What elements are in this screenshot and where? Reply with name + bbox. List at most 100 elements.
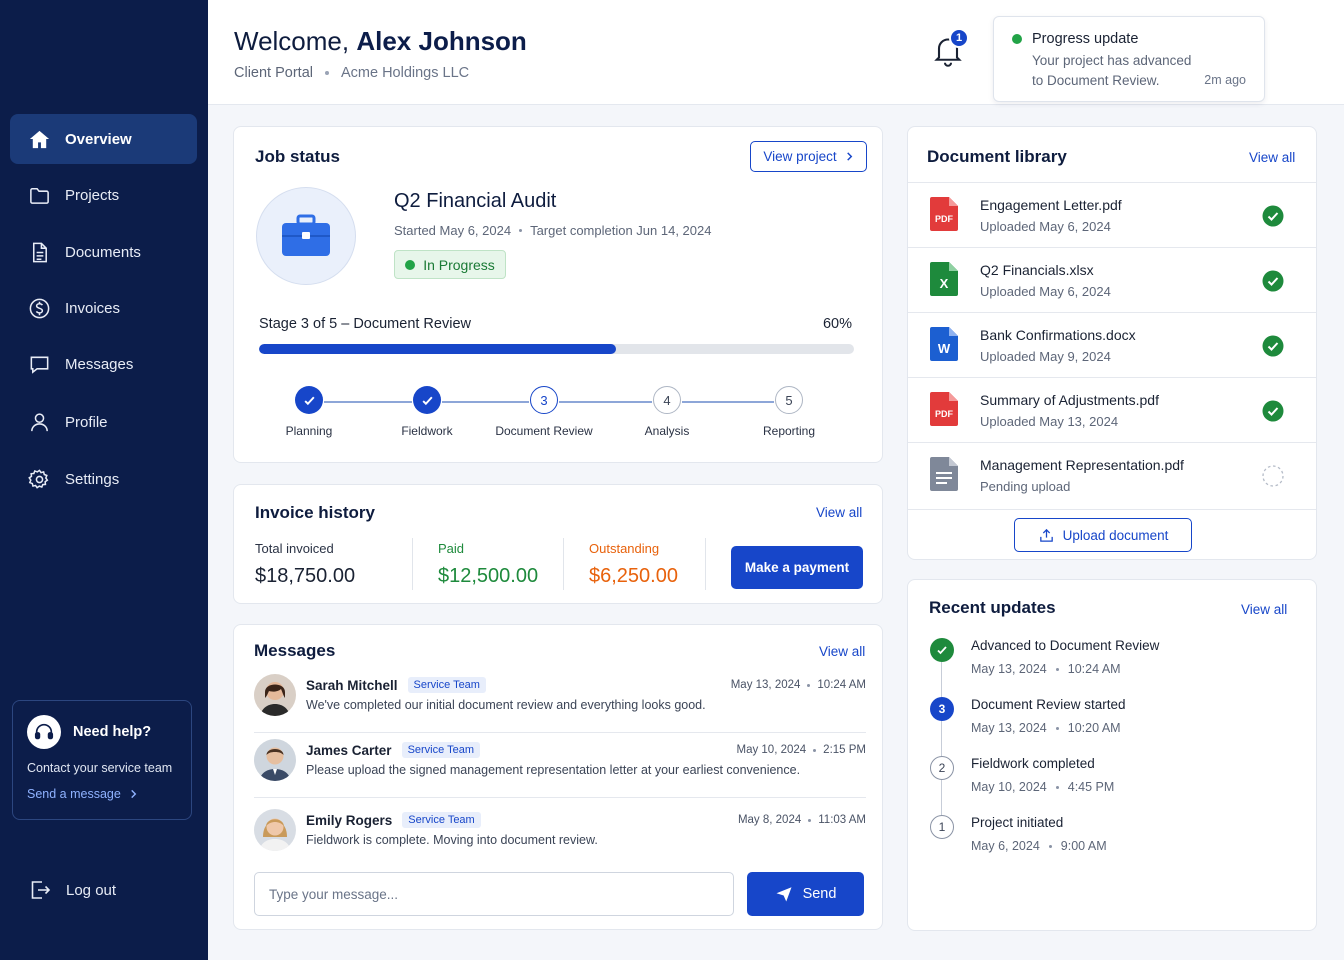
total-invoiced: Total invoiced $18,750.00 — [255, 541, 355, 588]
step-number: 3 — [930, 697, 954, 721]
sidebar-item-label: Messages — [65, 355, 134, 373]
separator-dot — [519, 229, 523, 232]
document-status: Uploaded May 6, 2024 — [980, 284, 1111, 299]
sidebar-item-label: Documents — [65, 243, 141, 261]
send-button[interactable]: Send — [747, 872, 864, 916]
step-number: 1 — [930, 815, 954, 839]
update-date: May 6, 2024 — [971, 839, 1040, 853]
paid-value: $12,500.00 — [438, 565, 539, 587]
upload-document-button[interactable]: Upload document — [1014, 518, 1192, 552]
sidebar-item-projects[interactable]: Projects — [10, 170, 197, 220]
stage-percent: 60% — [822, 316, 852, 332]
check-icon — [930, 638, 954, 662]
update-title: Advanced to Document Review — [971, 638, 1160, 653]
status-badge: In Progress — [394, 250, 506, 279]
pdf-icon: PDF — [930, 197, 958, 231]
invoice-title: Invoice history — [255, 503, 375, 522]
document-row[interactable]: W Bank Confirmations.docx Uploaded May 9… — [908, 312, 1316, 377]
divider — [908, 509, 1316, 510]
update-item: 2 Fieldwork completed May 10, 2024 4:45 P… — [930, 756, 1300, 806]
sidebar-item-settings[interactable]: Settings — [10, 454, 197, 504]
stage-label: Stage 3 of 5 – Document Review — [259, 316, 471, 332]
avatar — [254, 674, 296, 716]
message-date: May 10, 2024 — [736, 744, 807, 756]
check-circle-icon — [1262, 335, 1284, 357]
message-input[interactable] — [254, 872, 734, 916]
message-time: 11:03 AM — [818, 814, 866, 826]
document-row[interactable]: PDF Summary of Adjustments.pdf Uploaded … — [908, 377, 1316, 442]
separator-dot — [324, 71, 329, 75]
sidebar-item-invoices[interactable]: Invoices — [10, 283, 197, 333]
document-row[interactable]: PDF Engagement Letter.pdf Uploaded May 6… — [908, 182, 1316, 247]
top-bar: Welcome, Alex Johnson Client Portal Acme… — [208, 0, 1344, 105]
view-project-button[interactable]: View project — [750, 141, 867, 172]
separator-dot — [1055, 726, 1059, 730]
message-item[interactable]: Emily Rogers Service Team May 8, 2024 11:0… — [254, 809, 866, 869]
stage-stepper: Planning Fieldwork 3 Document Review 4 Analys… — [234, 386, 884, 446]
step-label: Analysis — [644, 424, 690, 438]
sidebar-item-overview[interactable]: Overview — [10, 114, 197, 164]
separator-dot — [808, 818, 812, 822]
company-name: Acme Holdings LLC — [340, 65, 470, 81]
document-name: Management Representation.pdf — [980, 457, 1184, 473]
status-dot — [1012, 34, 1022, 44]
job-status-title: Job status — [255, 147, 341, 166]
sender-name: Emily Rogers — [306, 812, 393, 828]
logout-button[interactable]: Log out — [28, 878, 116, 902]
messages-view-all-link[interactable]: View all — [819, 644, 865, 659]
check-circle-icon — [1262, 270, 1284, 292]
sidebar-item-label: Overview — [65, 130, 132, 148]
welcome-prefix: Welcome, — [234, 26, 350, 56]
user-name: Alex Johnson — [356, 26, 527, 56]
message-item[interactable]: James Carter Service Team May 10, 2024 2:1… — [254, 739, 866, 799]
pdf-icon-label: PDF — [935, 409, 954, 419]
documents-view-all-link[interactable]: View all — [1249, 150, 1295, 165]
stepper-step: 3 Document Review — [484, 386, 604, 438]
messages-title: Messages — [254, 641, 336, 660]
toast-body: Your project has advanced to Document Re… — [1032, 53, 1192, 88]
outstanding-value: $6,250.00 — [589, 565, 678, 587]
message-item[interactable]: Sarah Mitchell Service Team May 13, 2024 1… — [254, 674, 866, 734]
total-invoiced-label: Total invoiced — [255, 541, 334, 556]
paid: Paid $12,500.00 — [438, 541, 538, 588]
updates-view-all-link[interactable]: View all — [1241, 602, 1287, 617]
document-row[interactable]: Management Representation.pdf Pending up… — [908, 442, 1316, 507]
xlsx-icon: X — [930, 262, 958, 296]
send-message-link[interactable]: Send a message — [27, 787, 177, 801]
logout-icon — [31, 881, 51, 899]
sidebar-item-messages[interactable]: Messages — [10, 339, 197, 389]
step-number: 4 — [653, 386, 681, 414]
sidebar-item-profile[interactable]: Profile — [10, 397, 197, 447]
check-icon — [413, 386, 441, 414]
updates-title: Recent updates — [929, 598, 1056, 617]
progress-toast[interactable]: Progress update Your project has advance… — [993, 16, 1265, 102]
document-name: Summary of Adjustments.pdf — [980, 392, 1159, 408]
update-date: May 13, 2024 — [971, 662, 1047, 676]
help-card: Need help? Contact your service team Sen… — [12, 700, 192, 820]
job-started: Started May 6, 2024 — [394, 223, 512, 238]
send-message-label: Send a message — [27, 787, 121, 801]
sidebar-item-label: Invoices — [65, 299, 121, 317]
notification-badge: 1 — [949, 28, 969, 48]
divider — [412, 538, 413, 590]
outstanding: Outstanding $6,250.00 — [589, 541, 678, 588]
invoice-view-all-link[interactable]: View all — [816, 505, 862, 520]
document-library-card: Document library View all PDF Engagement… — [907, 126, 1317, 560]
sidebar-item-documents[interactable]: Documents — [10, 227, 197, 277]
page-title: Welcome, Alex Johnson — [234, 26, 527, 57]
message-text: Fieldwork is complete. Moving into docum… — [306, 833, 598, 847]
send-label: Send — [802, 886, 837, 902]
job-target: Target completion Jun 14, 2024 — [530, 223, 712, 238]
separator-dot — [1048, 844, 1052, 848]
document-icon — [27, 240, 51, 264]
help-title: Need help? — [73, 724, 152, 740]
sidebar-item-label: Settings — [65, 470, 120, 488]
make-payment-button[interactable]: Make a payment — [731, 546, 863, 589]
user-icon — [27, 410, 51, 434]
document-row[interactable]: X Q2 Financials.xlsx Uploaded May 6, 202… — [908, 247, 1316, 312]
step-number: 3 — [530, 386, 558, 414]
message-text: Please upload the signed management repr… — [306, 763, 801, 777]
sidebar-item-label: Projects — [65, 186, 120, 204]
avatar — [254, 809, 296, 851]
update-time: 10:20 AM — [1067, 721, 1121, 735]
